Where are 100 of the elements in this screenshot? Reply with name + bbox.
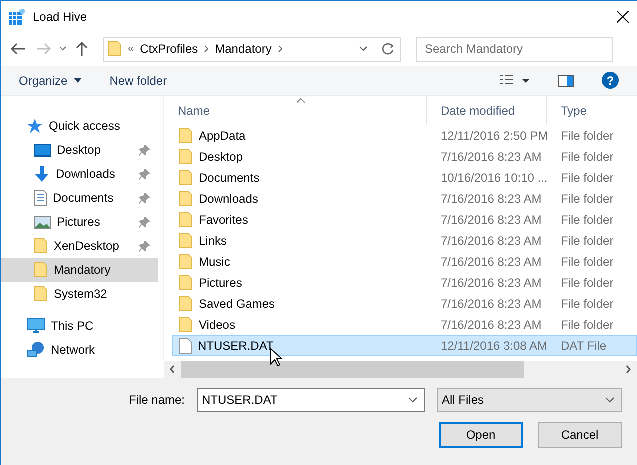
organize-button[interactable]: Organize	[19, 74, 82, 88]
type-cell-text: File folder	[560, 318, 615, 332]
file-name: Music	[199, 254, 230, 268]
chevron-icon[interactable]	[59, 46, 67, 52]
date-cell-text: 10/16/2016 10:10 ...	[440, 170, 549, 184]
sidebar-item[interactable]: Quick access	[1, 114, 158, 138]
date-cell-text: 12/11/2016 2:50 PM	[440, 128, 550, 142]
date-cell-text: 7/16/2016 8:23 AM	[440, 234, 543, 248]
desktop-icon	[34, 144, 51, 156]
folder-icon	[179, 170, 193, 186]
date-cell-text: 7/16/2016 8:23 AM	[440, 150, 543, 164]
file-name: Documents	[199, 170, 260, 184]
close-icon[interactable]	[617, 10, 629, 22]
folder-icon	[34, 262, 48, 278]
file-row[interactable]: Documents 10/16/2016 10:10 ... File folder	[172, 167, 637, 188]
type-cell-text: File folder	[560, 254, 615, 268]
folder-icon	[179, 254, 193, 270]
folder-icon	[179, 316, 193, 332]
sidebar-item[interactable]: This PC	[1, 314, 158, 338]
sidebar-item[interactable]: Network	[1, 338, 158, 362]
type-cell-text: File folder	[560, 296, 615, 310]
file-name-label: File name:	[128, 393, 185, 407]
file-name: Pictures	[199, 276, 242, 290]
date-cell-text: 12/11/2016 3:08 AM	[440, 338, 549, 352]
sidebar-item[interactable]: Desktop	[1, 138, 158, 162]
file-row[interactable]: Desktop 7/16/2016 8:23 AM File folder	[172, 146, 637, 167]
file-row[interactable]: Pictures 7/16/2016 8:23 AM File folder	[172, 272, 637, 293]
dropdown-icon[interactable]	[359, 46, 368, 52]
file-name-field[interactable]: NTUSER.DAT	[197, 388, 425, 412]
search-field[interactable]: Search Mandatory	[416, 36, 613, 62]
date-cell-text: 7/16/2016 8:23 AM	[440, 276, 543, 290]
breadcrumb[interactable]: Mandatory	[215, 42, 272, 56]
chevron-right-icon	[278, 45, 283, 53]
open-button[interactable]: Open	[439, 422, 523, 448]
folder-icon	[179, 232, 193, 248]
view-options-icon[interactable]	[500, 74, 530, 86]
file-row[interactable]: Music 7/16/2016 8:23 AM File folder	[172, 251, 637, 272]
caret-icon	[74, 78, 82, 83]
sidebar-item[interactable]: Downloads	[1, 162, 158, 186]
cancel-button[interactable]: Cancel	[538, 422, 622, 448]
network-icon	[27, 342, 45, 358]
folder-icon	[108, 41, 122, 57]
star-icon	[27, 118, 43, 134]
type-cell-text: File folder	[560, 150, 615, 164]
file-name: NTUSER.DAT	[198, 338, 274, 352]
file-row[interactable]: Videos 7/16/2016 8:23 AM File folder	[172, 314, 637, 335]
breadcrumb[interactable]: CtxProfiles	[140, 42, 198, 56]
download-icon	[34, 166, 50, 182]
new-folder-button[interactable]: New folder	[110, 74, 168, 88]
chevron-right-icon	[204, 45, 210, 53]
file-name: Downloads	[199, 192, 258, 206]
date-cell-text: 7/16/2016 8:23 AM	[440, 254, 543, 268]
type-cell-text: File folder	[560, 192, 615, 206]
file-name: Desktop	[199, 150, 244, 164]
type-cell-text: File folder	[560, 212, 615, 226]
sidebar-item[interactable]: Mandatory	[1, 258, 158, 282]
dropdown-icon	[605, 397, 615, 403]
file-row[interactable]: Links 7/16/2016 8:23 AM File folder	[172, 230, 637, 251]
date-cell-text: 7/16/2016 8:23 AM	[440, 318, 543, 332]
folder-icon	[179, 296, 193, 312]
folder-icon	[179, 148, 193, 164]
file-name: Saved Games	[199, 296, 276, 310]
sidebar-item[interactable]: System32	[1, 282, 158, 306]
folder-icon	[34, 286, 48, 302]
file-row[interactable]: Saved Games 7/16/2016 8:23 AM File folder	[172, 293, 637, 314]
app-icon	[9, 8, 25, 24]
preview-pane-icon[interactable]	[558, 74, 574, 86]
file-row[interactable]: Favorites 7/16/2016 8:23 AM File folder	[172, 209, 637, 230]
folder-icon	[179, 128, 193, 144]
pictures-icon	[34, 216, 51, 228]
folder-icon	[179, 212, 193, 228]
file-name: Favorites	[199, 212, 248, 226]
computer-icon	[27, 318, 45, 334]
help-button[interactable]: ?	[602, 72, 619, 89]
type-cell-text: File folder	[560, 276, 615, 290]
file-name: AppData	[199, 128, 246, 142]
file-row[interactable]: Downloads 7/16/2016 8:23 AM File folder	[172, 188, 637, 209]
file-row[interactable]: AppData 12/11/2016 2:50 PM File folder	[172, 125, 637, 146]
file-type-dropdown[interactable]: All Files	[437, 388, 622, 412]
column-header[interactable]: Date modified	[426, 96, 546, 125]
address-bar[interactable]: « CtxProfiles Mandatory	[103, 36, 401, 62]
scrollbar-thumb[interactable]	[181, 361, 524, 378]
folder-icon	[34, 238, 48, 254]
file-row[interactable]: NTUSER.DAT 12/11/2016 3:08 AM DAT File	[172, 335, 637, 356]
sidebar-item[interactable]: XenDesktop	[1, 234, 158, 258]
folder-icon	[179, 190, 193, 206]
column-header[interactable]: Name	[164, 96, 426, 125]
refresh-icon[interactable]	[382, 42, 395, 56]
back-icon[interactable]	[10, 41, 26, 57]
column-header[interactable]: Type	[546, 96, 637, 125]
dropdown-icon[interactable]	[408, 397, 418, 403]
sidebar-item[interactable]: Documents	[1, 186, 158, 210]
type-cell-text: DAT File	[560, 338, 608, 352]
date-cell-text: 7/16/2016 8:23 AM	[440, 296, 543, 310]
file-name: Videos	[199, 318, 236, 332]
up-icon[interactable]	[74, 41, 90, 57]
window-title: Load Hive	[33, 10, 88, 24]
sidebar-item[interactable]: Pictures	[1, 210, 158, 234]
type-cell-text: File folder	[560, 170, 615, 184]
file-icon	[179, 338, 192, 354]
